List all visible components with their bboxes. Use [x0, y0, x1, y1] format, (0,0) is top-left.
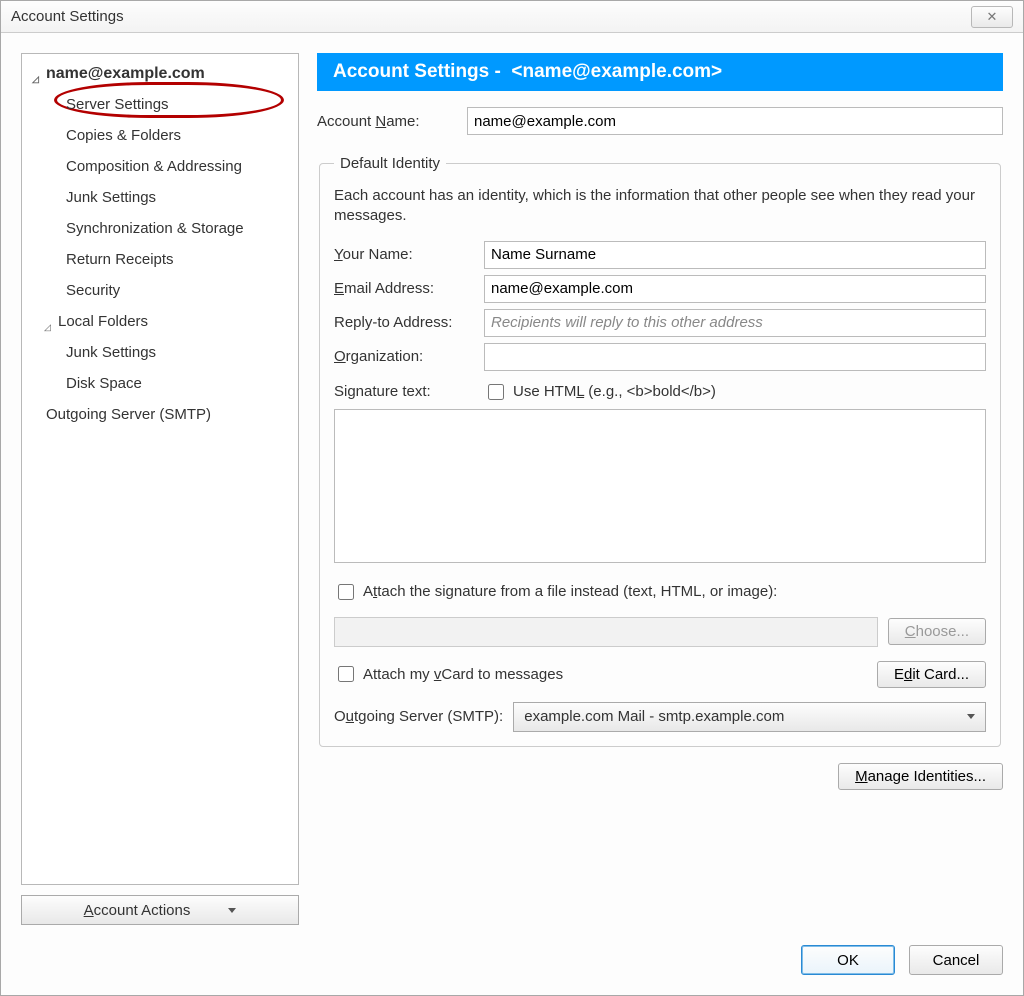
attach-file-row: Choose...	[334, 617, 986, 647]
window-title: Account Settings	[11, 8, 971, 25]
dialog-footer: OK Cancel	[1, 935, 1023, 995]
expand-icon	[44, 317, 54, 327]
attach-vcard-checkbox[interactable]	[338, 666, 354, 682]
tree-item-receipts[interactable]: Return Receipts	[22, 244, 298, 275]
email-input[interactable]	[484, 275, 986, 303]
account-name-input[interactable]	[467, 107, 1003, 135]
attach-file-check[interactable]: Attach the signature from a file instead…	[334, 581, 986, 603]
reply-label: Reply-to Address:	[334, 314, 484, 331]
signature-label: Signature text:	[334, 383, 484, 400]
account-name-label: Account Name:	[317, 113, 467, 130]
cancel-button[interactable]: Cancel	[909, 945, 1003, 975]
chevron-down-icon	[967, 714, 975, 719]
choose-button[interactable]: Choose...	[888, 618, 986, 645]
account-actions-label: Account Actions	[84, 902, 191, 919]
close-button[interactable]: ✕	[971, 6, 1013, 28]
banner-prefix: Account Settings -	[333, 61, 506, 82]
tree-account-root[interactable]: name@example.com	[22, 58, 298, 89]
use-html-checkbox[interactable]	[488, 384, 504, 400]
your-name-label: Your Name:	[334, 246, 484, 263]
tree-account-label: name@example.com	[46, 65, 205, 83]
settings-banner: Account Settings - <name@example.com>	[317, 53, 1003, 91]
manage-identities-button[interactable]: Manage Identities...	[838, 763, 1003, 790]
use-html-check[interactable]: Use HTML (e.g., <b>bold</b>)	[484, 381, 716, 403]
signature-header: Signature text: Use HTML (e.g., <b>bold<…	[334, 381, 986, 403]
ok-button[interactable]: OK	[801, 945, 895, 975]
banner-email: <name@example.com>	[511, 61, 722, 82]
account-tree[interactable]: name@example.com Server Settings Copies …	[21, 53, 299, 885]
smtp-label: Outgoing Server (SMTP):	[334, 708, 503, 725]
edit-card-button[interactable]: Edit Card...	[877, 661, 986, 688]
chevron-down-icon	[228, 908, 236, 913]
tree-local-folders[interactable]: Local Folders	[22, 306, 298, 337]
account-name-row: Account Name:	[317, 107, 1003, 135]
tree-item-junk[interactable]: Junk Settings	[22, 182, 298, 213]
tree-item-copies-folders[interactable]: Copies & Folders	[22, 120, 298, 151]
org-input[interactable]	[484, 343, 986, 371]
email-row: Email Address:	[334, 275, 986, 303]
tree-item-smtp[interactable]: Outgoing Server (SMTP)	[22, 399, 298, 430]
attach-file-checkbox[interactable]	[338, 584, 354, 600]
tree-item-disk-space[interactable]: Disk Space	[22, 368, 298, 399]
account-settings-window: Account Settings ✕ name@example.com Serv…	[0, 0, 1024, 996]
your-name-row: Your Name:	[334, 241, 986, 269]
titlebar: Account Settings ✕	[1, 1, 1023, 33]
org-row: Organization:	[334, 343, 986, 371]
signature-textarea[interactable]	[334, 409, 986, 563]
use-html-label: Use HTML (e.g., <b>bold</b>)	[513, 383, 716, 400]
reply-input[interactable]	[484, 309, 986, 337]
outgoing-server-row: Outgoing Server (SMTP): example.com Mail…	[334, 702, 986, 732]
signature-file-path	[334, 617, 878, 647]
your-name-input[interactable]	[484, 241, 986, 269]
tree-item-security[interactable]: Security	[22, 275, 298, 306]
identity-legend: Default Identity	[334, 155, 446, 172]
org-label: Organization:	[334, 348, 484, 365]
reply-row: Reply-to Address:	[334, 309, 986, 337]
content-area: name@example.com Server Settings Copies …	[1, 33, 1023, 935]
default-identity-group: Default Identity Each account has an ide…	[319, 155, 1001, 747]
email-label: Email Address:	[334, 280, 484, 297]
expand-icon	[32, 69, 42, 79]
smtp-value: example.com Mail - smtp.example.com	[524, 708, 784, 725]
tree-item-local-junk[interactable]: Junk Settings	[22, 337, 298, 368]
identity-help: Each account has an identity, which is t…	[334, 186, 986, 227]
account-actions-button[interactable]: Account Actions	[21, 895, 299, 925]
tree-item-sync[interactable]: Synchronization & Storage	[22, 213, 298, 244]
main-panel: Account Settings - <name@example.com> Ac…	[317, 53, 1003, 925]
smtp-select[interactable]: example.com Mail - smtp.example.com	[513, 702, 986, 732]
tree-item-composition[interactable]: Composition & Addressing	[22, 151, 298, 182]
tree-item-server-settings[interactable]: Server Settings	[22, 89, 298, 120]
sidebar: name@example.com Server Settings Copies …	[21, 53, 299, 925]
attach-file-label: Attach the signature from a file instead…	[363, 583, 777, 600]
attach-vcard-label: Attach my vCard to messages	[363, 666, 563, 683]
close-icon: ✕	[987, 9, 998, 25]
vcard-row: Attach my vCard to messages Edit Card...	[334, 661, 986, 688]
attach-vcard-check[interactable]: Attach my vCard to messages	[334, 663, 563, 685]
manage-identities-row: Manage Identities...	[317, 763, 1003, 790]
